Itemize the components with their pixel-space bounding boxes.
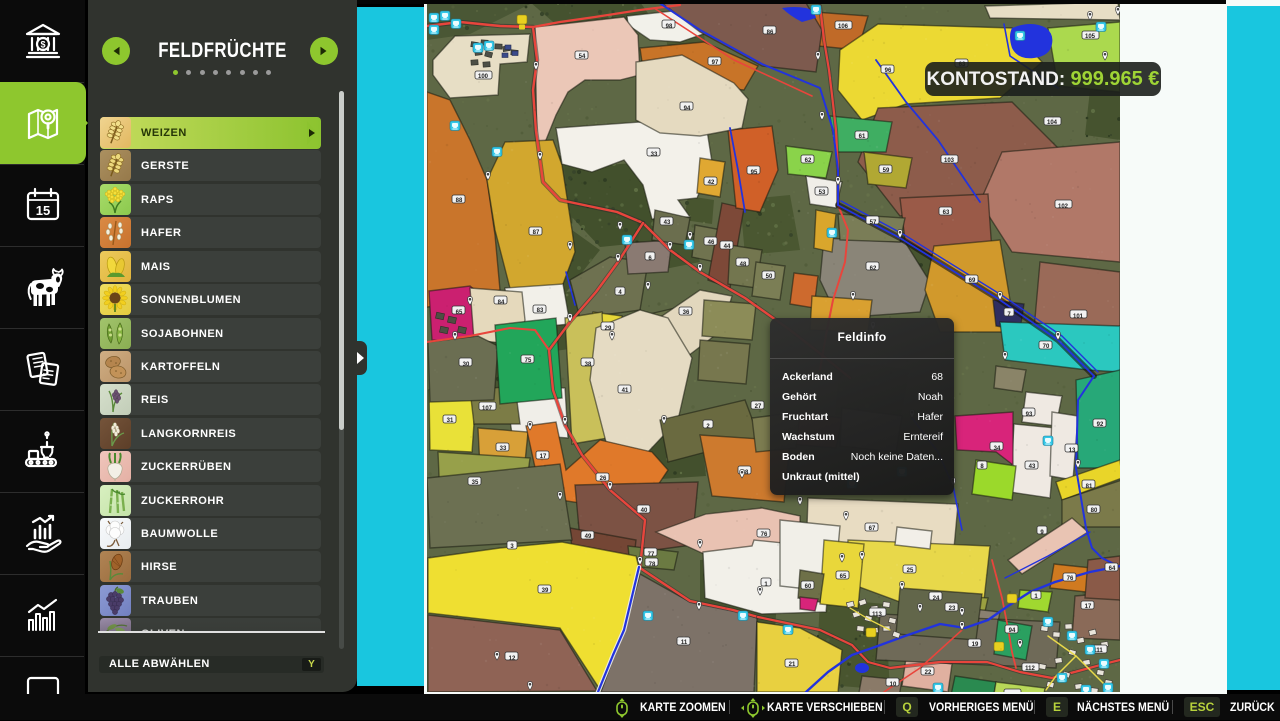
svg-text:78: 78	[649, 562, 656, 568]
svg-text:34: 34	[994, 446, 1001, 452]
svg-text:81: 81	[1086, 484, 1093, 490]
svg-text:15: 15	[36, 203, 50, 218]
svg-text:36: 36	[683, 310, 690, 316]
svg-text:105: 105	[1085, 34, 1096, 40]
svg-text:104: 104	[1047, 120, 1058, 126]
svg-text:88: 88	[456, 198, 463, 204]
svg-text:77: 77	[648, 552, 655, 558]
svg-text:86: 86	[767, 30, 774, 36]
svg-text:59: 59	[883, 168, 890, 174]
svg-text:12: 12	[509, 656, 516, 662]
svg-text:38: 38	[585, 362, 592, 368]
svg-text:23: 23	[949, 606, 956, 612]
svg-text:106: 106	[838, 24, 849, 30]
svg-text:33: 33	[500, 446, 507, 452]
svg-text:62: 62	[870, 266, 877, 272]
svg-text:76: 76	[1067, 576, 1074, 582]
svg-text:40: 40	[641, 508, 648, 514]
svg-text:43: 43	[1029, 464, 1036, 470]
svg-text:70: 70	[1043, 344, 1050, 350]
svg-text:80: 80	[1091, 508, 1098, 514]
svg-text:33: 33	[651, 152, 658, 158]
svg-text:50: 50	[766, 274, 773, 280]
svg-text:92: 92	[1097, 422, 1104, 428]
svg-text:62: 62	[805, 158, 812, 164]
svg-text:17: 17	[1085, 604, 1092, 610]
svg-text:102: 102	[1058, 204, 1069, 210]
svg-text:95: 95	[751, 170, 758, 176]
svg-text:67: 67	[869, 526, 876, 532]
svg-text:53: 53	[819, 190, 826, 196]
svg-text:65: 65	[840, 574, 847, 580]
svg-text:10: 10	[890, 682, 897, 688]
svg-text:27: 27	[755, 404, 762, 410]
svg-text:75: 75	[525, 358, 532, 364]
svg-text:69: 69	[969, 278, 976, 284]
svg-text:39: 39	[542, 588, 549, 594]
svg-text:103: 103	[944, 158, 955, 164]
svg-text:60: 60	[805, 584, 812, 590]
svg-text:29: 29	[605, 326, 612, 332]
svg-text:49: 49	[585, 534, 592, 540]
svg-text:65: 65	[456, 310, 463, 316]
svg-text:84: 84	[498, 300, 505, 306]
svg-text:93: 93	[1026, 412, 1033, 418]
svg-text:57: 57	[870, 220, 877, 226]
svg-text:31: 31	[447, 418, 454, 424]
svg-text:44: 44	[724, 244, 731, 250]
svg-text:64: 64	[1109, 566, 1116, 572]
svg-text:21: 21	[789, 662, 796, 668]
svg-text:13: 13	[1069, 448, 1076, 454]
svg-text:94: 94	[1009, 628, 1016, 634]
svg-text:41: 41	[622, 388, 629, 394]
svg-text:24: 24	[933, 596, 940, 602]
svg-text:96: 96	[885, 68, 892, 74]
svg-text:19: 19	[972, 642, 979, 648]
svg-text:83: 83	[537, 308, 544, 314]
svg-text:98: 98	[666, 24, 673, 30]
svg-text:35: 35	[472, 480, 479, 486]
svg-text:43: 43	[664, 220, 671, 226]
svg-text:94: 94	[684, 106, 691, 112]
svg-text:76: 76	[761, 532, 768, 538]
svg-text:112: 112	[1025, 666, 1035, 672]
svg-text:22: 22	[925, 670, 932, 676]
svg-text:$: $	[40, 40, 45, 50]
svg-text:25: 25	[907, 568, 914, 574]
svg-text:46: 46	[708, 240, 715, 246]
svg-text:101: 101	[1073, 314, 1084, 320]
svg-text:100: 100	[478, 74, 489, 80]
svg-text:63: 63	[943, 210, 950, 216]
svg-text:26: 26	[600, 476, 607, 482]
svg-text:87: 87	[533, 230, 540, 236]
svg-text:11: 11	[681, 640, 688, 646]
svg-text:113: 113	[872, 612, 882, 618]
svg-text:107: 107	[482, 406, 493, 412]
svg-text:54: 54	[579, 54, 586, 60]
svg-text:17: 17	[540, 454, 547, 460]
svg-text:30: 30	[463, 362, 470, 368]
svg-text:48: 48	[740, 262, 747, 268]
svg-text:42: 42	[708, 180, 715, 186]
svg-text:97: 97	[712, 60, 719, 66]
